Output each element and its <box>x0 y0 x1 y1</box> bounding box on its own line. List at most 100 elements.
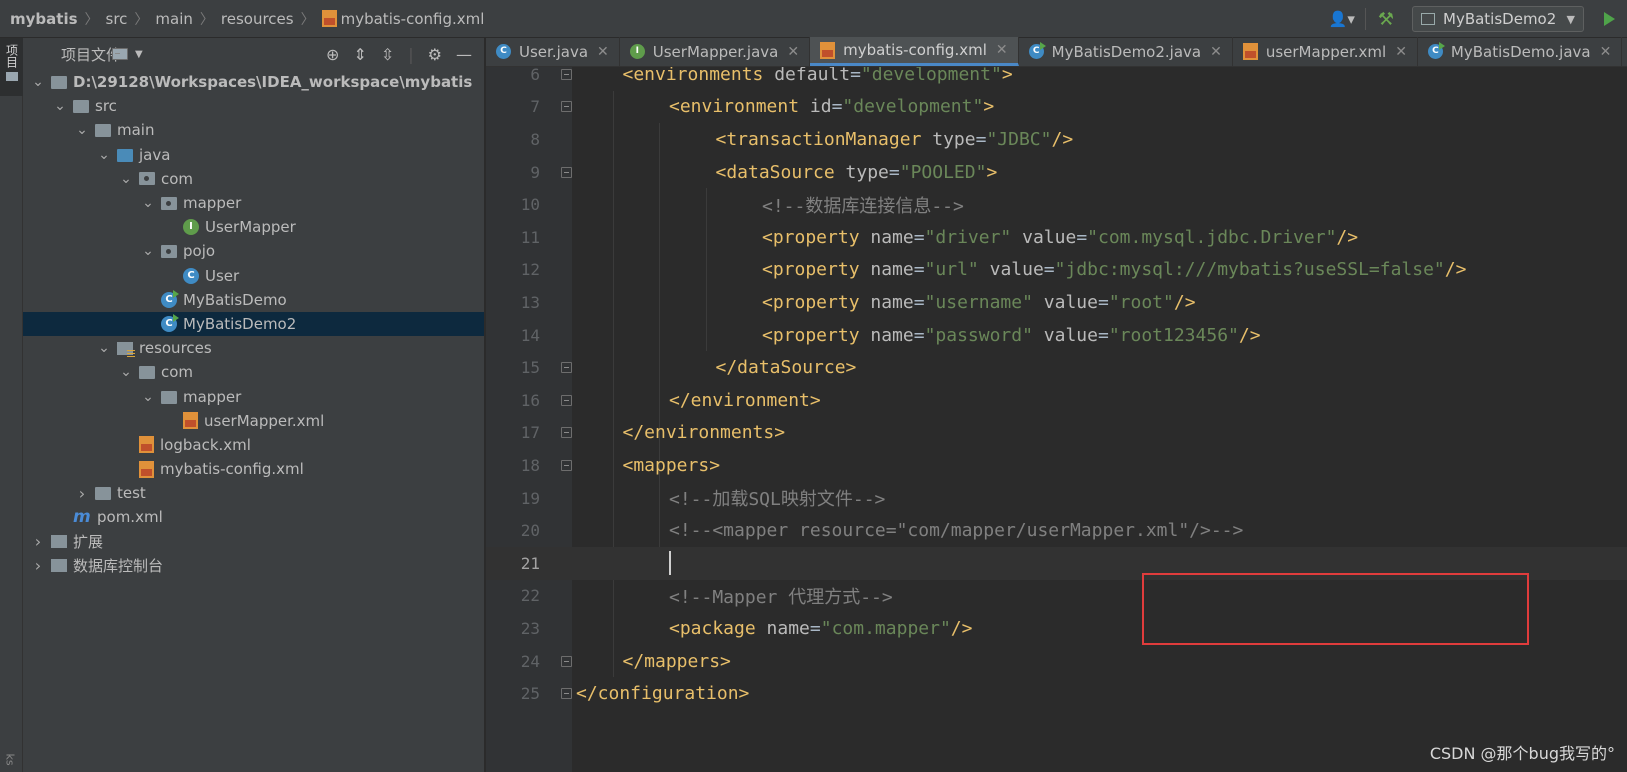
code-line[interactable]: 12 <property name="url" value="jdbc:mysql… <box>486 254 1627 287</box>
project-panel: 项目文件 ▼ ⊕ ⇕ ⇳ | ⚙ — ⌄ D:\29128\Workspaces\… <box>23 38 485 772</box>
fold-marker-icon[interactable] <box>561 655 572 667</box>
build-hammer-icon[interactable]: ⚒ <box>1370 9 1402 30</box>
code-line[interactable]: 6 <environments default="development"> <box>486 67 1627 91</box>
chevron-down-icon[interactable]: ⌄ <box>97 341 111 355</box>
code-line[interactable]: 10 <!--数据库连接信息--> <box>486 188 1627 221</box>
run-configuration-select[interactable]: MyBatisDemo2 ▼ <box>1412 6 1584 32</box>
code-line[interactable]: 9 <dataSource type="POOLED"> <box>486 156 1627 189</box>
tree-item-label: userMapper.xml <box>204 411 325 430</box>
tree-item[interactable]: ⌄ mapper <box>23 191 484 215</box>
code-text: <mappers> <box>623 455 721 476</box>
chevron-down-icon[interactable]: ⌄ <box>53 99 67 113</box>
user-account-button[interactable]: 👤▾ <box>1323 0 1361 38</box>
code-line[interactable]: 7 <environment id="development"> <box>486 91 1627 124</box>
close-icon[interactable]: ✕ <box>787 44 799 60</box>
code-line[interactable]: 19 <!--加载SQL映射文件--> <box>486 482 1627 515</box>
close-icon[interactable]: ✕ <box>1600 44 1612 60</box>
editor-tab[interactable]: C MyBatisDemo.java ✕ <box>1418 37 1623 66</box>
chevron-right-icon[interactable]: › <box>31 532 45 551</box>
expand-all-icon[interactable]: ⇕ <box>353 45 366 64</box>
editor-tab[interactable]: C User.java ✕ <box>486 37 620 66</box>
tree-item[interactable]: ⌄ java <box>23 143 484 167</box>
code-token: = <box>913 226 925 248</box>
code-line[interactable]: 20 <!--<mapper resource="com/mapper/userM… <box>486 514 1627 547</box>
hide-panel-icon[interactable]: — <box>456 45 472 64</box>
tree-item[interactable]: ⌄ main <box>23 118 484 142</box>
tree-item[interactable]: ⌄ resources <box>23 336 484 360</box>
tree-item-label: mybatis-config.xml <box>160 460 304 479</box>
code-line[interactable]: 17 </environments> <box>486 417 1627 450</box>
tree-item[interactable]: ⌄ D:\29128\Workspaces\IDEA_workspace\myba… <box>23 70 484 94</box>
code-line[interactable]: 14 <property name="password" value="root1… <box>486 319 1627 352</box>
editor-tab[interactable]: userMapper.xml ✕ <box>1233 37 1418 66</box>
breadcrumb-src[interactable]: src <box>106 10 128 28</box>
line-number: 12 <box>520 260 540 280</box>
chevron-down-icon[interactable]: ⌄ <box>141 244 155 258</box>
code-line[interactable]: 8 <transactionManager type="JDBC"/> <box>486 123 1627 156</box>
breadcrumb-project[interactable]: mybatis <box>10 10 78 28</box>
chevron-down-icon[interactable]: ⌄ <box>31 75 45 89</box>
close-icon[interactable]: ✕ <box>1210 44 1222 60</box>
fold-marker-icon[interactable] <box>561 68 572 80</box>
chevron-right-icon[interactable]: › <box>31 556 45 575</box>
code-line[interactable]: 15 </dataSource> <box>486 351 1627 384</box>
chevron-down-icon[interactable]: ▼ <box>135 49 143 60</box>
editor-tab[interactable]: C MyBatisDemo2.java ✕ <box>1019 37 1233 66</box>
run-button[interactable] <box>1604 12 1615 26</box>
tree-item[interactable]: ⌄ mapper <box>23 384 484 408</box>
tree-item[interactable]: ⌄ pojo <box>23 239 484 263</box>
breadcrumb-resources[interactable]: resources <box>221 10 294 28</box>
editor-tab[interactable]: mybatis-config.xml ✕ <box>810 37 1019 66</box>
tree-item[interactable]: m pom.xml <box>23 505 484 529</box>
bookmarks-tab-label[interactable]: ks <box>4 753 17 765</box>
left-tool-strip: 项目 ks <box>0 38 23 772</box>
code-line[interactable]: 18 <mappers> <box>486 449 1627 482</box>
fold-marker-icon[interactable] <box>561 459 572 471</box>
chevron-right-icon[interactable]: › <box>75 484 89 503</box>
close-icon[interactable]: ✕ <box>996 42 1008 58</box>
tree-item[interactable]: C MyBatisDemo2 <box>23 311 484 337</box>
chevron-down-icon[interactable]: ⌄ <box>75 123 89 137</box>
chevron-down-icon[interactable]: ⌄ <box>119 172 133 186</box>
tree-item[interactable]: ⌄ com <box>23 167 484 191</box>
code-line[interactable]: 11 <property name="driver" value="com.mys… <box>486 221 1627 254</box>
breadcrumb-file[interactable]: mybatis-config.xml <box>341 10 485 28</box>
code-editor[interactable]: 6 <environments default="development"> 7 <e… <box>486 67 1627 772</box>
tree-item[interactable]: › 数据库控制台 <box>23 554 484 578</box>
tree-item[interactable]: logback.xml <box>23 433 484 457</box>
tree-item[interactable]: › test <box>23 481 484 505</box>
tree-item-label: User <box>205 266 240 285</box>
code-line[interactable]: 16 </environment> <box>486 384 1627 417</box>
close-icon[interactable]: ✕ <box>597 44 609 60</box>
chevron-down-icon[interactable]: ⌄ <box>141 390 155 404</box>
code-line[interactable]: 13 <property name="username" value="root"… <box>486 286 1627 319</box>
locate-file-icon[interactable]: ⊕ <box>326 45 339 64</box>
fold-marker-icon[interactable] <box>561 427 572 439</box>
breadcrumb-main[interactable]: main <box>155 10 192 28</box>
tree-item[interactable]: C MyBatisDemo <box>23 288 484 312</box>
close-icon[interactable]: ✕ <box>1395 44 1407 60</box>
gear-icon[interactable]: ⚙ <box>428 45 442 64</box>
code-line[interactable]: 25 </configuration> <box>486 677 1627 710</box>
project-tool-tab[interactable]: 项目 <box>0 38 23 96</box>
tree-item[interactable]: C User <box>23 264 484 288</box>
fold-marker-icon[interactable] <box>561 688 572 700</box>
tree-item[interactable]: ⌄ com <box>23 360 484 384</box>
code-line[interactable]: 24 </mappers> <box>486 645 1627 678</box>
tree-item[interactable]: ⌄ src <box>23 94 484 118</box>
chevron-down-icon[interactable]: ⌄ <box>97 148 111 162</box>
collapse-all-icon[interactable]: ⇳ <box>381 45 394 64</box>
fold-marker-icon[interactable] <box>561 101 572 113</box>
class-icon: C <box>496 44 511 59</box>
fold-marker-icon[interactable] <box>561 166 572 178</box>
fold-marker-icon[interactable] <box>561 362 572 374</box>
tree-item[interactable]: I UserMapper <box>23 215 484 239</box>
code-text: <environments default="development"> <box>623 67 1013 85</box>
chevron-down-icon[interactable]: ⌄ <box>141 196 155 210</box>
tree-item[interactable]: userMapper.xml <box>23 409 484 433</box>
tree-item[interactable]: mybatis-config.xml <box>23 457 484 481</box>
chevron-down-icon[interactable]: ⌄ <box>119 365 133 379</box>
fold-marker-icon[interactable] <box>561 394 572 406</box>
tree-item[interactable]: › 扩展 <box>23 530 484 554</box>
editor-tab[interactable]: I UserMapper.java ✕ <box>620 37 811 66</box>
